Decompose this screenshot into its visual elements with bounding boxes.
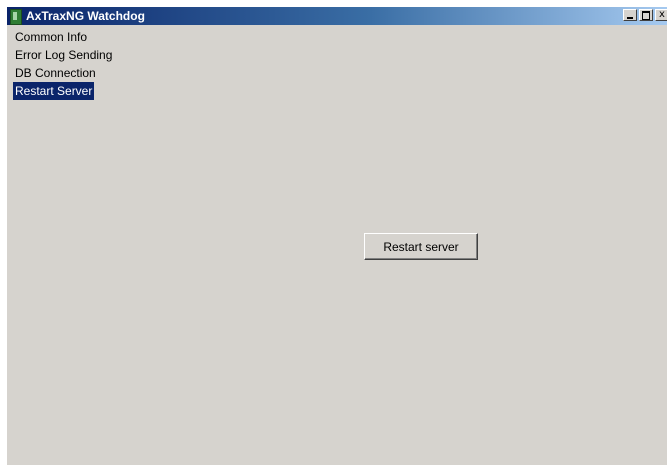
menu-item-label: DB Connection (15, 66, 96, 80)
menu-item-label: Common Info (15, 30, 88, 44)
caption-buttons: x (621, 9, 667, 21)
restart-server-button[interactable]: Restart server (364, 233, 478, 260)
menu-item-db-connection[interactable]: DB Connection (13, 64, 98, 82)
menu-item-label: Error Log Sending (15, 48, 113, 62)
menu-item-restart-server[interactable]: Restart Server (13, 82, 95, 100)
menu-item-error-log-sending[interactable]: Error Log Sending (13, 46, 114, 64)
title-bar[interactable]: AxTraxNG Watchdog x (7, 7, 667, 25)
close-button[interactable]: x (655, 9, 667, 21)
window-title: AxTraxNG Watchdog (26, 9, 145, 23)
section-menu: Common Info Error Log Sending DB Connect… (13, 28, 114, 100)
minimize-button[interactable] (623, 9, 637, 21)
menu-item-common-info[interactable]: Common Info (13, 28, 89, 46)
maximize-button[interactable] (639, 9, 653, 21)
app-icon (10, 9, 22, 25)
close-icon: x (659, 9, 665, 20)
watchdog-window: AxTraxNG Watchdog x Common Info Error Lo… (6, 6, 667, 465)
menu-item-label: Restart Server (15, 84, 93, 98)
